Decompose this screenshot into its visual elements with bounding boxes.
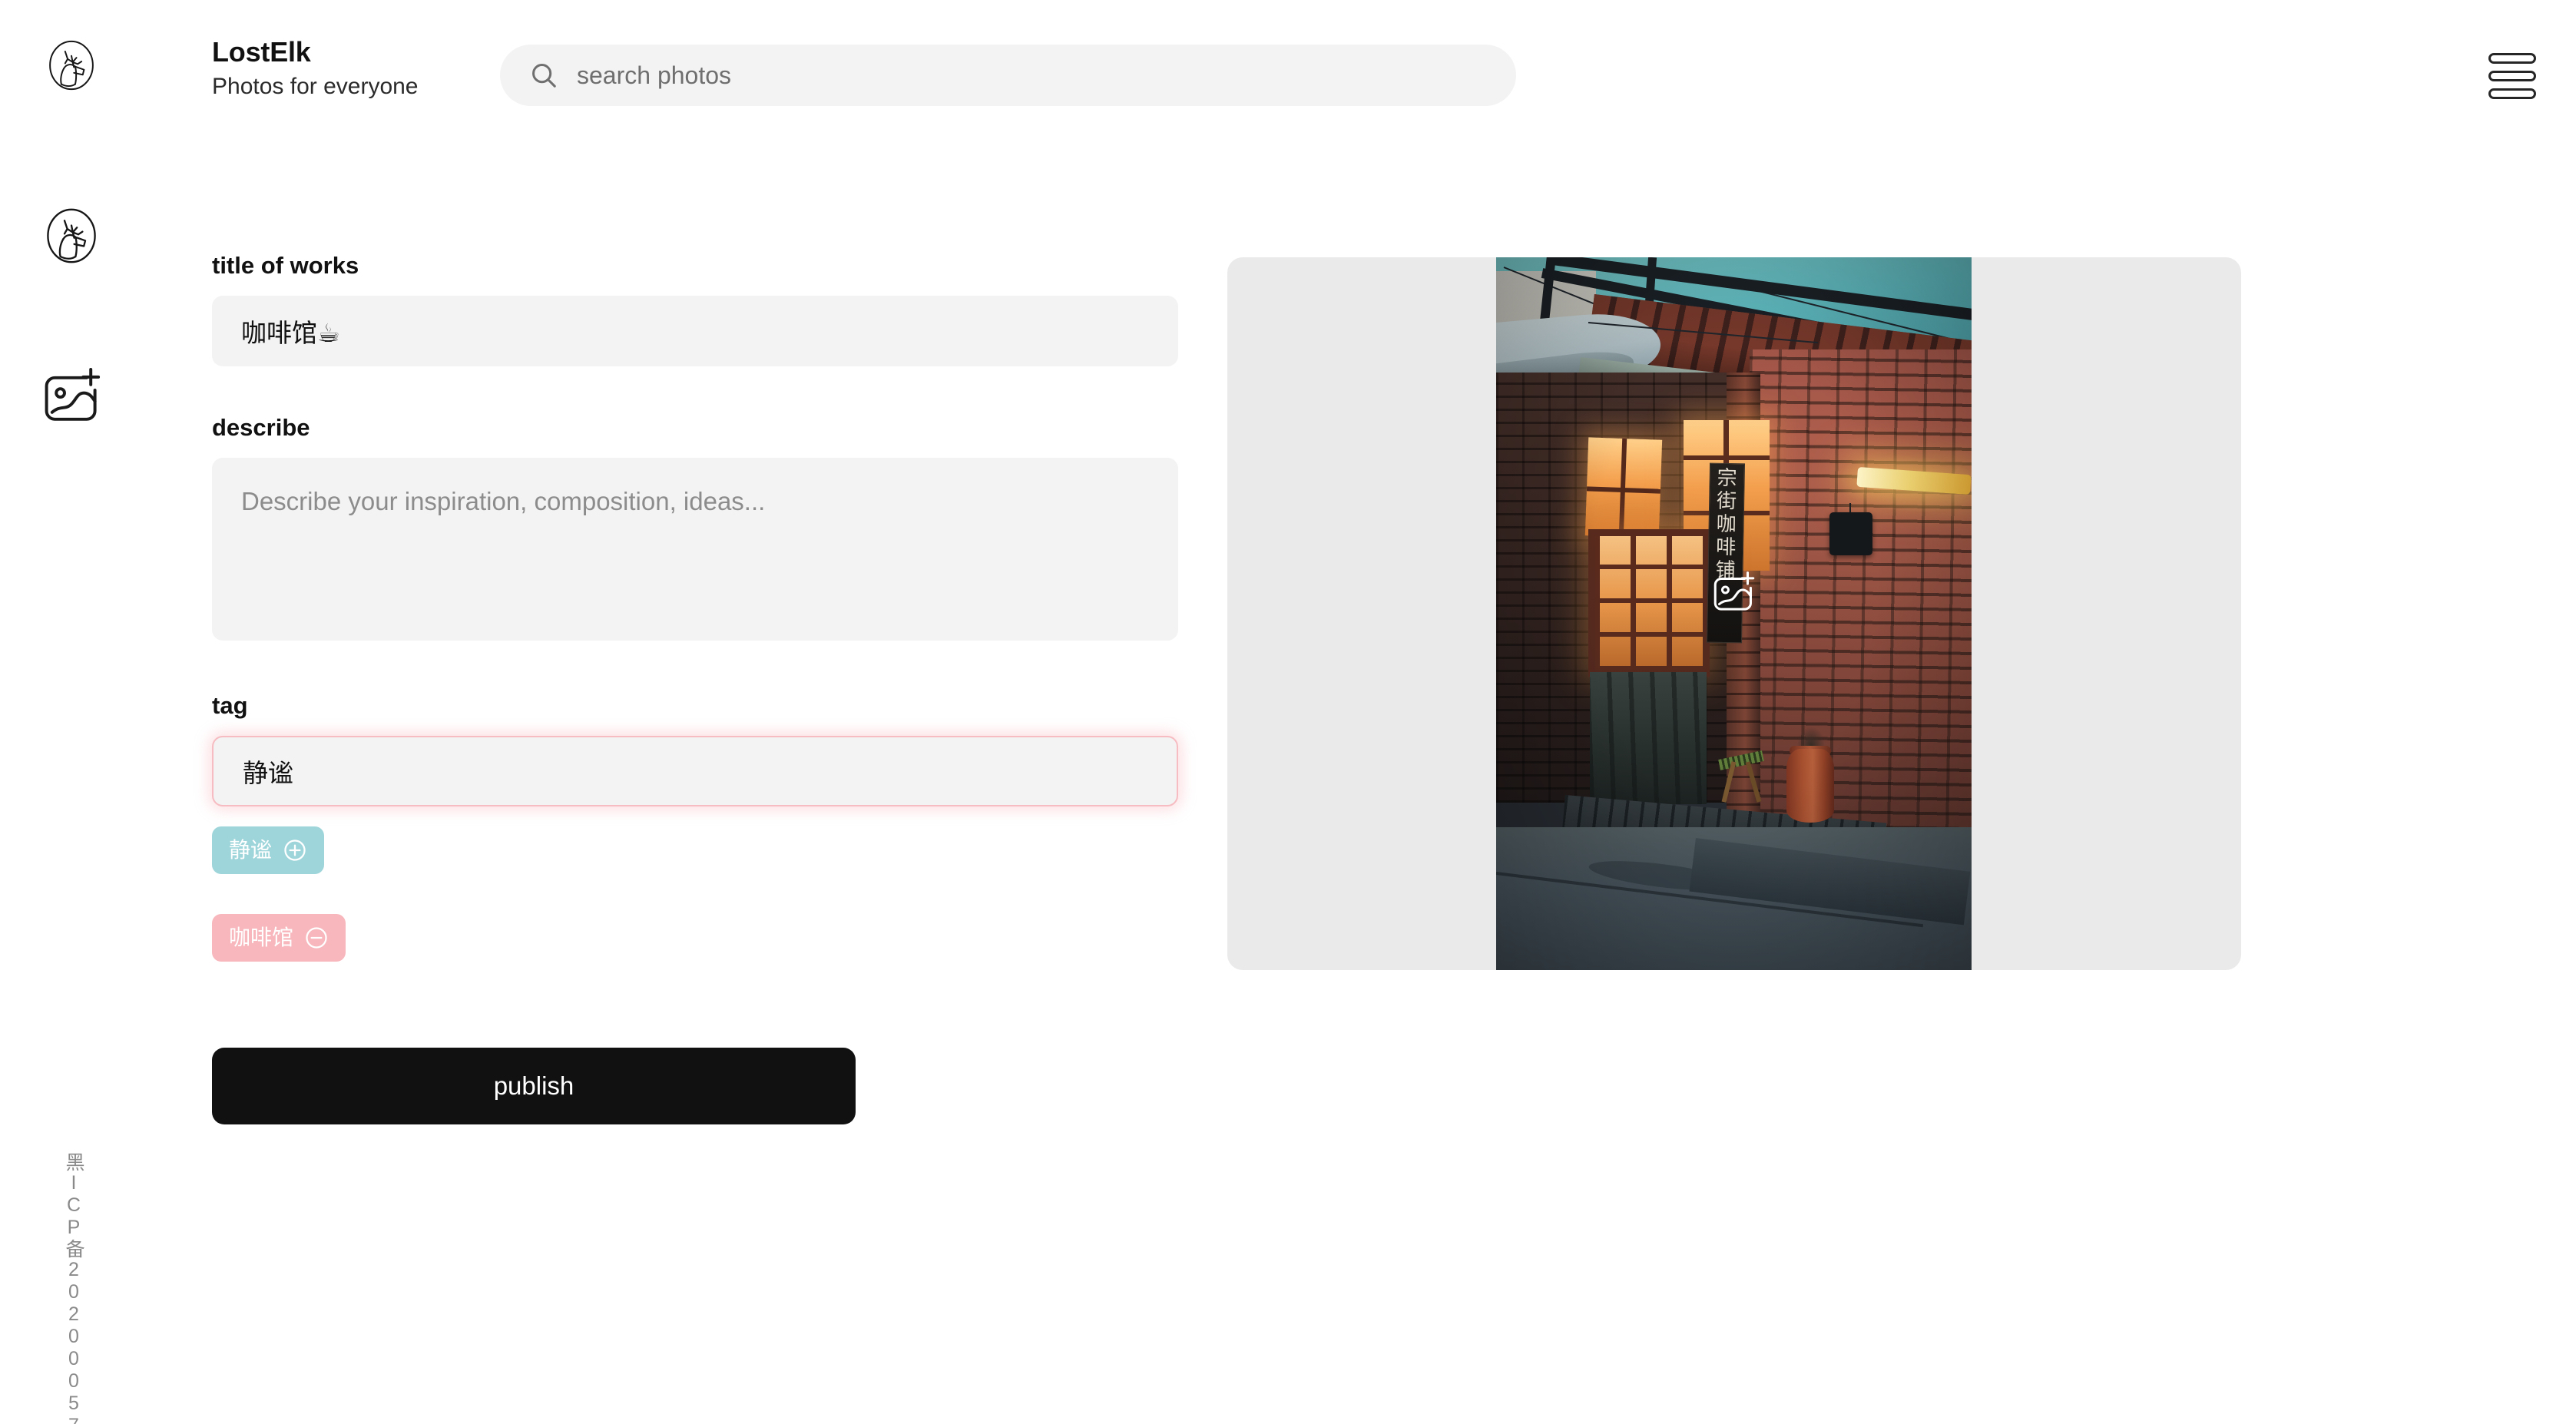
describe-textarea[interactable]: [212, 458, 1178, 641]
page-root: LostElk Photos for everyone search photo…: [0, 0, 2576, 1424]
title-field-label: title of works: [212, 252, 359, 279]
icp-record-text: 黑ICP备2020005791号: [63, 1152, 84, 1424]
hamburger-bar: [2488, 88, 2536, 99]
describe-field-label: describe: [212, 414, 310, 441]
sign-char: 街: [1716, 489, 1737, 514]
applied-tag-list: 咖啡馆: [212, 914, 1178, 962]
elk-avatar-icon: [47, 208, 96, 263]
sign-char: 啡: [1715, 535, 1737, 560]
preview-photo[interactable]: 宗 街 咖 啡 铺: [1496, 257, 1972, 970]
search-icon: [532, 64, 556, 88]
applied-tag-label: 咖啡馆: [229, 926, 294, 949]
hamburger-bar: [2488, 53, 2536, 64]
hamburger-bar: [2488, 71, 2536, 81]
add-image-icon: [1713, 571, 1755, 611]
preview-add-image-button[interactable]: [1708, 568, 1759, 618]
circle-minus-icon: [306, 927, 327, 949]
sign-char: 咖: [1716, 512, 1737, 537]
tag-suggestion-chip[interactable]: 静谧: [212, 826, 325, 874]
sign-char: 宗: [1717, 466, 1737, 491]
left-sidebar: 黑ICP备2020005791号: [0, 140, 140, 1424]
publish-form: title of works 咖啡馆☕ describe tag 静谧 咖啡馆: [212, 253, 1178, 1124]
tag-input-wrapper: [212, 736, 1178, 806]
photo-preview-panel: 宗 街 咖 啡 铺: [1227, 257, 2241, 970]
search-input[interactable]: search photos: [577, 61, 731, 90]
sidebar-item-avatar[interactable]: [37, 201, 106, 270]
brand-block: LostElk Photos for everyone: [212, 38, 419, 98]
tag-suggestion-label: 静谧: [229, 838, 273, 862]
title-input[interactable]: 咖啡馆☕: [212, 296, 1178, 366]
tag-input[interactable]: [212, 736, 1178, 806]
tag-field-label: tag: [212, 692, 248, 719]
tag-suggestion-list: 静谧: [212, 826, 1178, 874]
circle-plus-icon: [284, 839, 306, 861]
applied-tag-chip[interactable]: 咖啡馆: [212, 914, 346, 962]
brand-title: LostElk: [212, 36, 311, 68]
brand-subtitle: Photos for everyone: [212, 74, 419, 99]
hamburger-menu-icon[interactable]: [2488, 52, 2536, 100]
elk-logo-icon[interactable]: [40, 34, 103, 97]
app-header: LostElk Photos for everyone search photo…: [0, 0, 2576, 140]
add-image-icon: [45, 368, 101, 421]
search-bar[interactable]: search photos: [500, 45, 1516, 106]
publish-button[interactable]: publish: [212, 1048, 856, 1124]
sidebar-item-upload[interactable]: [37, 363, 106, 432]
